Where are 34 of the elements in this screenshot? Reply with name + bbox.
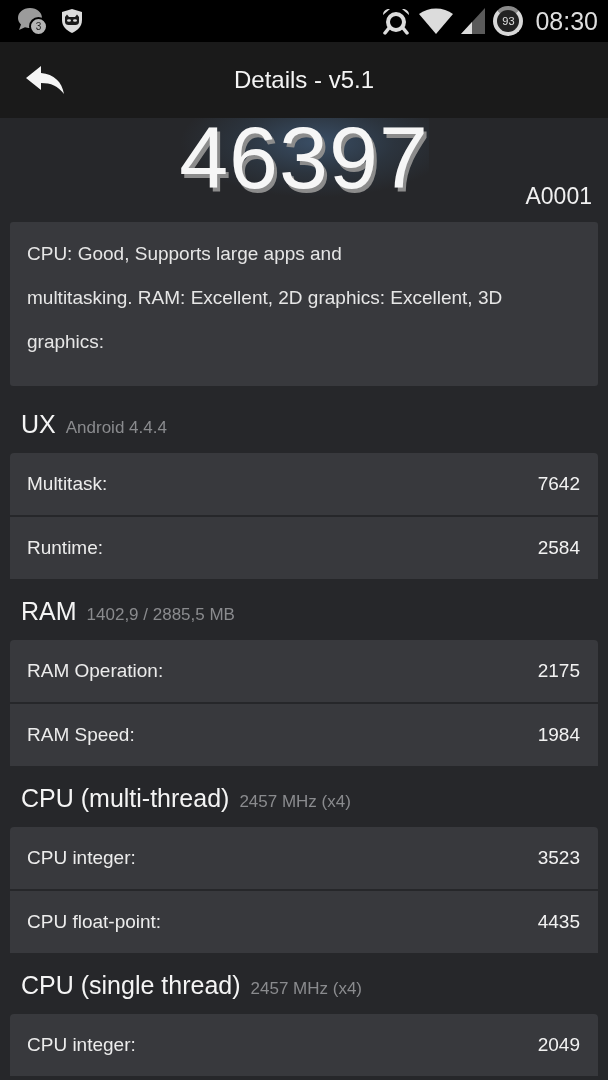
row-value: 2584 [537, 537, 580, 559]
row-label: RAM Operation: [27, 660, 164, 682]
section-subtitle: Android 4.4.4 [65, 418, 167, 438]
battery-indicator: 93 [493, 6, 524, 36]
back-arrow-icon [26, 66, 64, 94]
row-value: 1984 [537, 724, 580, 746]
back-button[interactable] [25, 65, 65, 95]
row-value: 3523 [537, 847, 580, 869]
row-value: 7642 [537, 473, 580, 495]
device-name: A0001 [525, 184, 592, 208]
row-value: 2175 [537, 660, 580, 682]
clock-time: 08:30 [535, 6, 598, 36]
section-title: RAM [21, 596, 77, 627]
notification-badge: 3 [29, 17, 48, 36]
row-label: Runtime: [27, 537, 104, 559]
row-label: CPU integer: [27, 1034, 136, 1056]
section-subtitle: 2457 MHz (x4) [250, 979, 362, 999]
section-title: UX [21, 409, 56, 440]
row-label: CPU integer: [27, 847, 136, 869]
alarm-clock-icon [381, 7, 412, 35]
toolbar-title: Details - v5.1 [233, 66, 375, 94]
summary-text: CPU: Good, Supports large apps and multitasking. RAM: Excellent, 2D graphics: Excellent, 3D graphics: [10, 222, 598, 386]
row-label: Multitask: [27, 473, 108, 495]
row-value: 2049 [537, 1034, 580, 1056]
row-label: RAM Speed: [27, 724, 135, 746]
cell-signal-icon [461, 8, 486, 34]
row-label: CPU float-point: [27, 911, 162, 933]
section-subtitle: 2457 MHz (x4) [239, 792, 351, 812]
row-value: 4435 [537, 911, 580, 933]
section-title: CPU (single thread) [21, 970, 241, 1001]
shield-icon [60, 8, 84, 34]
section-subtitle: 1402,9 / 2885,5 MB [86, 605, 235, 625]
section-title: CPU (multi-thread) [21, 783, 230, 814]
wifi-icon [419, 8, 454, 34]
